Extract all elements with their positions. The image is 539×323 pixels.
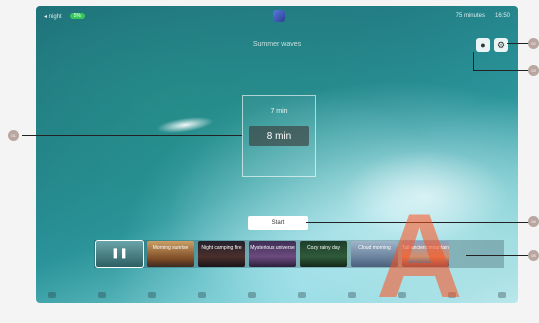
dock-icon[interactable] — [298, 292, 306, 298]
dock-icon[interactable] — [348, 292, 356, 298]
scene-card[interactable]: Cozy rainy day — [300, 241, 347, 267]
corner-buttons: ● ⚙ — [476, 38, 508, 52]
timer-option[interactable]: 7 min — [243, 108, 315, 115]
battery-pill: 5% — [69, 13, 85, 19]
pause-icon: ❚❚ — [111, 248, 128, 259]
callout-line — [473, 70, 532, 71]
app-logo — [273, 10, 285, 22]
pause-button[interactable]: ❚❚ — [95, 240, 144, 268]
status-left-1: ◂ night — [44, 13, 62, 20]
settings-button[interactable]: ⚙ — [494, 38, 508, 52]
app-screen: ◂ night 5% 75 minutes 16:50 Summer waves… — [36, 6, 518, 303]
callout-marker: 01 — [8, 130, 19, 141]
start-button[interactable]: Start — [248, 216, 308, 230]
timer-picker[interactable]: 7 min 8 min — [242, 95, 316, 177]
wave-crest — [155, 114, 215, 136]
callout-line — [22, 135, 242, 136]
scene-title: Summer waves — [252, 41, 302, 48]
status-right-1: 75 minutes — [455, 13, 485, 19]
scene-selector: ❚❚ Morning sunrise Night camping fire My… — [94, 240, 504, 268]
dock-icon[interactable] — [498, 292, 506, 298]
callout-marker: 02 — [528, 38, 539, 49]
scene-card[interactable]: Mysterious universe — [249, 241, 296, 267]
dock-icon[interactable] — [98, 292, 106, 298]
dock-icon[interactable] — [248, 292, 256, 298]
dock-icon[interactable] — [448, 292, 456, 298]
status-right: 75 minutes 16:50 — [456, 13, 510, 19]
scene-card[interactable]: Cloud morning — [351, 241, 398, 267]
callout-marker: 03 — [528, 65, 539, 76]
scene-card[interactable]: Morning sunrise — [147, 241, 194, 267]
callout-line — [473, 52, 474, 70]
wave-foam — [336, 146, 516, 246]
callout-line — [466, 255, 532, 256]
timer-selected[interactable]: 8 min — [249, 126, 309, 146]
bottom-dock — [36, 287, 518, 303]
gear-icon: ⚙ — [496, 39, 506, 50]
scene-card[interactable]: Tall ancient mountain — [402, 241, 449, 267]
record-button[interactable]: ● — [476, 38, 490, 52]
dock-icon[interactable] — [198, 292, 206, 298]
dock-icon[interactable] — [148, 292, 156, 298]
callout-marker: 05 — [528, 250, 539, 261]
callout-marker: 04 — [528, 216, 539, 227]
status-right-2: 16:50 — [494, 13, 510, 19]
scene-card[interactable]: Night camping fire — [198, 241, 245, 267]
dock-icon[interactable] — [48, 292, 56, 298]
dock-icon[interactable] — [398, 292, 406, 298]
record-icon: ● — [480, 40, 486, 50]
callout-line — [306, 222, 532, 223]
